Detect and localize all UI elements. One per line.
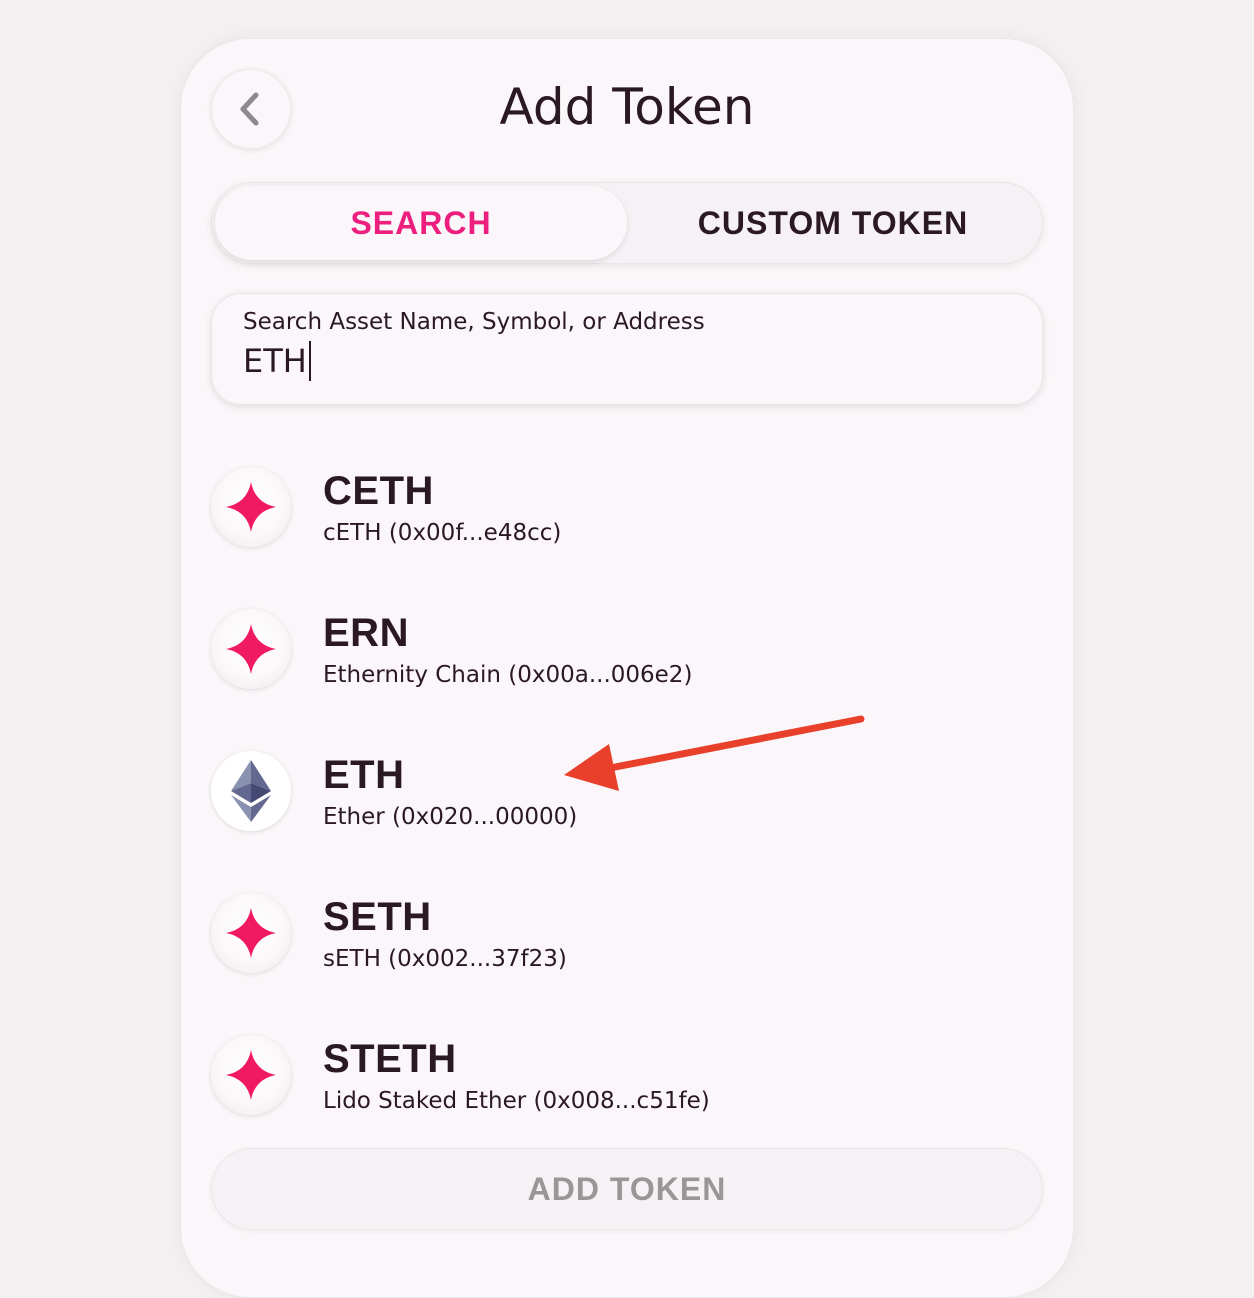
list-item-steth[interactable]: STETH Lido Staked Ether (0x008...c51fe) bbox=[211, 1035, 1043, 1125]
sparkle-icon bbox=[211, 609, 291, 689]
tab-search-label: SEARCH bbox=[350, 204, 492, 241]
token-description: Ethernity Chain (0x00a...006e2) bbox=[323, 662, 693, 688]
token-description: sETH (0x002...37f23) bbox=[323, 946, 567, 972]
tab-search[interactable]: SEARCH bbox=[215, 186, 627, 260]
list-item-ceth[interactable]: CETH cETH (0x00f...e48cc) bbox=[211, 467, 1043, 557]
text-caret bbox=[308, 341, 311, 381]
ethereum-icon bbox=[211, 751, 291, 831]
search-input-value-wrap: ETH bbox=[243, 341, 311, 381]
tab-custom-token[interactable]: CUSTOM TOKEN bbox=[627, 186, 1039, 260]
search-input-value: ETH bbox=[243, 342, 307, 380]
tab-custom-token-label: CUSTOM TOKEN bbox=[697, 204, 969, 241]
sparkle-icon bbox=[211, 893, 291, 973]
token-symbol: CETH bbox=[323, 469, 434, 513]
sparkle-icon bbox=[211, 467, 291, 547]
token-symbol: ERN bbox=[323, 611, 409, 655]
list-item-seth[interactable]: SETH sETH (0x002...37f23) bbox=[211, 893, 1043, 983]
token-symbol: SETH bbox=[323, 895, 432, 939]
page-title: Add Token bbox=[499, 78, 755, 136]
token-symbol: STETH bbox=[323, 1037, 457, 1081]
add-token-card: SEARCH CUSTOM TOKEN Search Asset Name, S… bbox=[180, 38, 1074, 1298]
list-item-ern[interactable]: ERN Ethernity Chain (0x00a...006e2) bbox=[211, 609, 1043, 699]
token-description: cETH (0x00f...e48cc) bbox=[323, 520, 562, 546]
token-symbol: ETH bbox=[323, 753, 405, 797]
search-input[interactable]: Search Asset Name, Symbol, or Address ET… bbox=[211, 293, 1043, 405]
search-input-label: Search Asset Name, Symbol, or Address bbox=[243, 309, 705, 335]
add-token-button[interactable]: ADD TOKEN bbox=[211, 1148, 1043, 1230]
token-description: Ether (0x020...00000) bbox=[323, 804, 578, 830]
token-description: Lido Staked Ether (0x008...c51fe) bbox=[323, 1088, 710, 1114]
tab-bar: SEARCH CUSTOM TOKEN bbox=[211, 182, 1043, 264]
list-item-eth[interactable]: ETH Ether (0x020...00000) bbox=[211, 751, 1043, 841]
sparkle-icon bbox=[211, 1035, 291, 1115]
